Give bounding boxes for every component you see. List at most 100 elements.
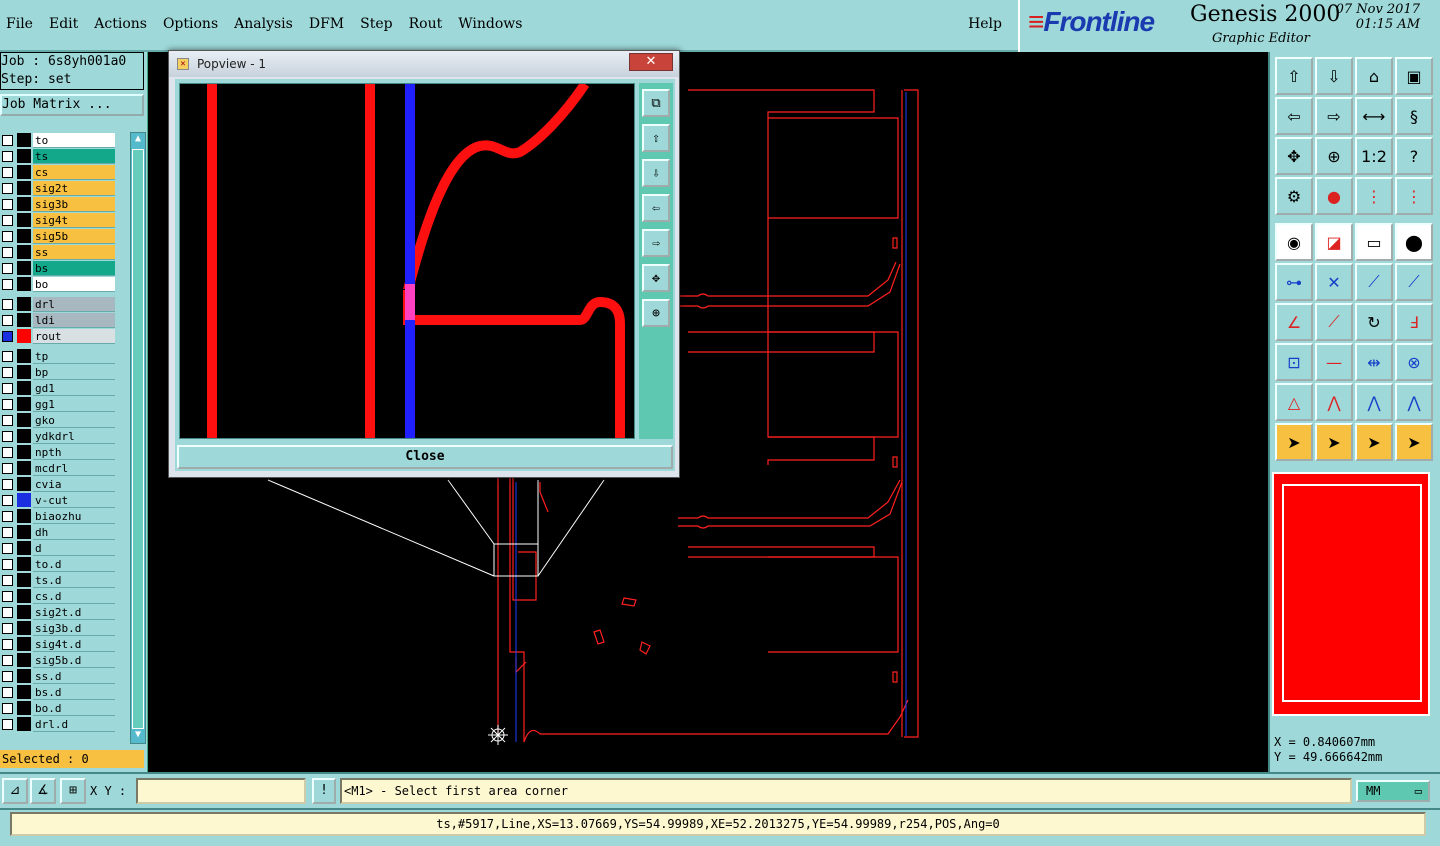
line-add-2-icon[interactable]: ⟋ bbox=[1395, 263, 1433, 301]
layer-color-swatch[interactable] bbox=[17, 717, 31, 731]
layer-row[interactable]: sig3b.d bbox=[0, 620, 130, 636]
layer-row[interactable]: gd1 bbox=[0, 380, 130, 396]
layer-name[interactable]: gd1 bbox=[33, 380, 115, 396]
layer-checkbox[interactable] bbox=[2, 638, 13, 650]
popview-window[interactable]: Popview - 1 ✕ ✕ ⧉ ⇧ ⇩ ⇦ ⇨ ✥ ⊕ Close bbox=[168, 50, 680, 478]
layer-name[interactable]: ldi bbox=[33, 312, 115, 328]
layer-row[interactable]: ts.d bbox=[0, 572, 130, 588]
layer-row[interactable]: ts bbox=[0, 148, 130, 164]
layer-checkbox[interactable] bbox=[2, 246, 13, 258]
layer-name[interactable]: bo bbox=[33, 276, 115, 292]
layer-row[interactable]: biaozhu bbox=[0, 508, 130, 524]
layer-checkbox[interactable] bbox=[2, 314, 13, 326]
layer-row[interactable]: bo bbox=[0, 276, 130, 292]
layer-color-swatch[interactable] bbox=[17, 297, 31, 311]
layer-checkbox[interactable] bbox=[2, 382, 13, 394]
settings-icon[interactable]: ⚙ bbox=[1275, 177, 1313, 215]
layer-name[interactable]: dh bbox=[33, 524, 115, 540]
layer-color-swatch[interactable] bbox=[17, 149, 31, 163]
layer-color-swatch[interactable] bbox=[17, 589, 31, 603]
zoom-home-icon[interactable]: ✥ bbox=[1275, 137, 1313, 175]
measure-icon[interactable]: ▭ bbox=[1355, 223, 1393, 261]
layer-checkbox[interactable] bbox=[2, 542, 13, 554]
layer-checkbox[interactable] bbox=[2, 574, 13, 586]
layer-color-swatch[interactable] bbox=[17, 413, 31, 427]
layer-name[interactable]: gko bbox=[33, 412, 115, 428]
layer-checkbox[interactable] bbox=[2, 558, 13, 570]
triangle-icon[interactable]: △ bbox=[1275, 383, 1313, 421]
layer-scrollbar[interactable]: ▲ ▼ bbox=[130, 132, 146, 744]
snap-icon[interactable]: § bbox=[1395, 97, 1433, 135]
job-matrix-button[interactable]: Job Matrix ... bbox=[0, 94, 144, 116]
layer-row[interactable]: cvia bbox=[0, 476, 130, 492]
layer-checkbox[interactable] bbox=[2, 298, 13, 310]
layer-checkbox[interactable] bbox=[2, 478, 13, 490]
layer-row[interactable]: npth bbox=[0, 444, 130, 460]
layer-checkbox[interactable] bbox=[2, 526, 13, 538]
layer-row[interactable]: v-cut bbox=[0, 492, 130, 508]
layer-checkbox[interactable] bbox=[2, 198, 13, 210]
text-icon[interactable]: Ⅎ bbox=[1395, 303, 1433, 341]
layer-color-swatch[interactable] bbox=[17, 365, 31, 379]
group-icon[interactable]: ⊗ bbox=[1395, 343, 1433, 381]
snap-center-icon[interactable]: ⊞ bbox=[60, 778, 86, 804]
pan-right-icon[interactable]: ⇨ bbox=[1315, 97, 1353, 135]
layer-name[interactable]: cvia bbox=[33, 476, 115, 492]
layer-checkbox[interactable] bbox=[2, 166, 13, 178]
circle-icon[interactable]: ⬤ bbox=[1395, 223, 1433, 261]
pan-right-icon[interactable]: ⇨ bbox=[642, 229, 670, 257]
layer-color-swatch[interactable] bbox=[17, 329, 31, 343]
layer-row[interactable]: to bbox=[0, 132, 130, 148]
layer-name[interactable]: ts.d bbox=[33, 572, 115, 588]
layer-row[interactable]: tp bbox=[0, 348, 130, 364]
layer-color-swatch[interactable] bbox=[17, 245, 31, 259]
layer-name[interactable]: npth bbox=[33, 444, 115, 460]
pan-down-icon[interactable]: ⇩ bbox=[1315, 57, 1353, 95]
layer-checkbox[interactable] bbox=[2, 278, 13, 290]
layer-color-swatch[interactable] bbox=[17, 573, 31, 587]
snap-grid-icon[interactable]: ⊿ bbox=[2, 778, 28, 804]
layer-row[interactable]: bp bbox=[0, 364, 130, 380]
layer-name[interactable]: sig2t bbox=[33, 180, 115, 196]
menu-file[interactable]: File bbox=[6, 16, 33, 32]
layer-color-swatch[interactable] bbox=[17, 605, 31, 619]
zoom-fit-icon[interactable]: ⊕ bbox=[1315, 137, 1353, 175]
layer-row[interactable]: drl bbox=[0, 296, 130, 312]
layer-row[interactable]: ydkdrl bbox=[0, 428, 130, 444]
layer-checkbox[interactable] bbox=[2, 366, 13, 378]
popview-zoom-view[interactable] bbox=[179, 81, 635, 439]
layer-name[interactable]: d bbox=[33, 540, 115, 556]
zoom-window-icon[interactable]: ⧉ bbox=[642, 89, 670, 117]
layer-name[interactable]: sig4t bbox=[33, 212, 115, 228]
select-icon[interactable]: ➤ bbox=[1275, 423, 1313, 461]
redraw-icon[interactable]: ▣ bbox=[1395, 57, 1433, 95]
menu-rout[interactable]: Rout bbox=[409, 16, 443, 32]
layer-color-swatch[interactable] bbox=[17, 429, 31, 443]
layer-row[interactable]: dh bbox=[0, 524, 130, 540]
layer-checkbox[interactable] bbox=[2, 446, 13, 458]
layer-checkbox[interactable] bbox=[2, 182, 13, 194]
menu-analysis[interactable]: Analysis bbox=[234, 16, 293, 32]
layer-checkbox[interactable] bbox=[2, 510, 13, 522]
layer-name[interactable]: mcdrl bbox=[33, 460, 115, 476]
units-selector[interactable]: MM ▭ bbox=[1356, 780, 1430, 802]
layer-checkbox[interactable] bbox=[2, 398, 13, 410]
xy-input[interactable] bbox=[136, 778, 306, 804]
layer-color-swatch[interactable] bbox=[17, 229, 31, 243]
zoom-fit-icon[interactable]: ⊕ bbox=[642, 299, 670, 327]
snap-angle-icon[interactable]: ∡ bbox=[30, 778, 56, 804]
layer-color-swatch[interactable] bbox=[17, 261, 31, 275]
warning-button[interactable]: ! bbox=[312, 778, 336, 804]
layer-name[interactable]: sig3b.d bbox=[33, 620, 115, 636]
layer-name[interactable]: tp bbox=[33, 348, 115, 364]
layer-checkbox[interactable] bbox=[2, 230, 13, 242]
layer-checkbox[interactable] bbox=[2, 686, 13, 698]
arrow-up-2-icon[interactable]: ⋀ bbox=[1395, 383, 1433, 421]
stretch-icon[interactable]: ⇹ bbox=[1355, 343, 1393, 381]
layer-color-swatch[interactable] bbox=[17, 541, 31, 555]
layer-name[interactable]: sig4t.d bbox=[33, 636, 115, 652]
layer-checkbox[interactable] bbox=[2, 718, 13, 730]
layer-row[interactable]: bo.d bbox=[0, 700, 130, 716]
scroll-up-icon[interactable]: ▲ bbox=[131, 133, 145, 147]
layer-checkbox[interactable] bbox=[2, 150, 13, 162]
